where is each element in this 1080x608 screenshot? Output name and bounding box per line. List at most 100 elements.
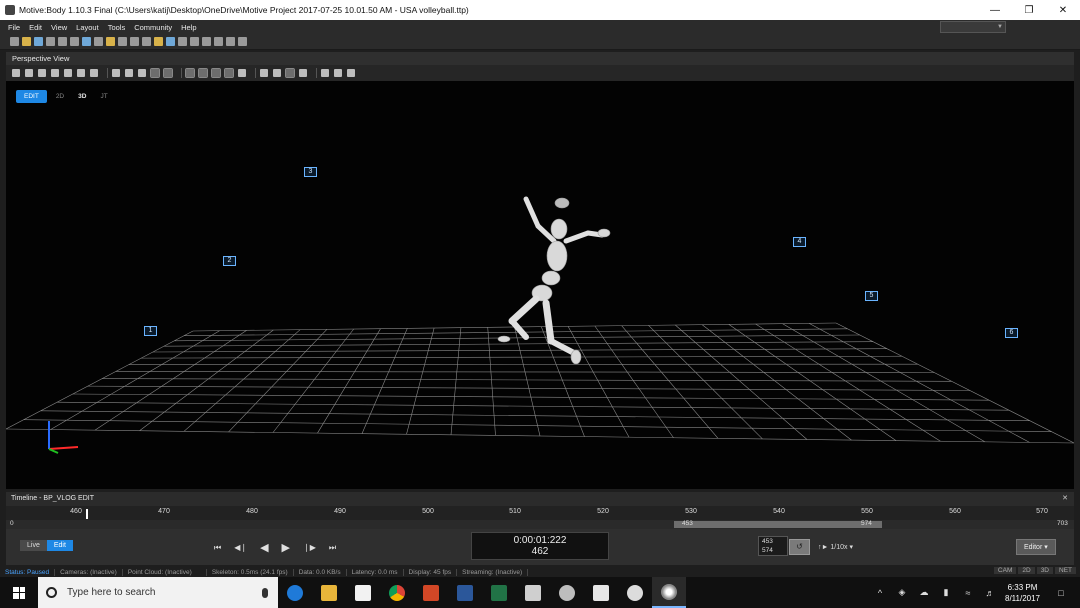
step-back-icon[interactable]: ◀❘ [234, 543, 247, 552]
store-icon[interactable] [346, 577, 380, 608]
menu-layout[interactable]: Layout [76, 23, 99, 32]
motive-icon[interactable] [652, 577, 686, 608]
panel-icon[interactable] [70, 37, 79, 46]
camera-marker-5[interactable]: 5 [865, 291, 878, 301]
screenshot-icon[interactable] [77, 69, 85, 77]
network-icon[interactable] [550, 577, 584, 608]
select-marker-icon[interactable] [185, 68, 195, 78]
rotate-icon[interactable] [125, 69, 133, 77]
zoom-fit-icon[interactable] [64, 69, 72, 77]
loop-button[interactable]: ↺ [789, 539, 810, 555]
microphone-icon[interactable] [262, 587, 268, 598]
zoom-in-icon[interactable] [38, 69, 46, 77]
filter-icon[interactable] [347, 69, 355, 77]
ruler-icon[interactable] [118, 37, 127, 46]
camera-icon[interactable] [82, 37, 91, 46]
restore-button[interactable]: ❐ [1012, 0, 1046, 20]
perspective-viewport[interactable]: EDIT 2D 3D JT 1 2 3 4 5 6 [6, 81, 1074, 489]
editor-button[interactable]: Editor ▾ [1016, 539, 1056, 555]
start-button[interactable] [0, 577, 38, 608]
timeline-ruler[interactable]: 460 470 480 490 500 510 520 530 540 550 … [6, 506, 1074, 520]
powerpoint-icon[interactable] [414, 577, 448, 608]
volume-icon[interactable]: ♬ [979, 588, 1001, 598]
select-bone-icon[interactable] [224, 68, 234, 78]
camera-marker-1[interactable]: 1 [144, 326, 157, 336]
skip-to-end-icon[interactable]: ⏭ [329, 543, 336, 553]
media-icon[interactable] [618, 577, 652, 608]
zoom-out-icon[interactable] [51, 69, 59, 77]
menu-edit[interactable]: Edit [29, 23, 42, 32]
skip-to-start-icon[interactable]: ⏮ [214, 543, 221, 553]
save-as-icon[interactable] [46, 37, 55, 46]
layout-icon-3[interactable] [214, 37, 223, 46]
grid-icon[interactable] [12, 69, 20, 77]
minimize-button[interactable]: — [978, 0, 1012, 20]
record-icon[interactable] [178, 37, 187, 46]
close-icon[interactable]: ✕ [1062, 492, 1068, 506]
playhead[interactable] [86, 509, 88, 519]
camera-marker-4[interactable]: 4 [793, 237, 806, 247]
calibration-icon[interactable] [166, 37, 175, 46]
chrome-icon[interactable] [380, 577, 414, 608]
word-icon[interactable] [448, 577, 482, 608]
range-input[interactable]: 453 574 [758, 536, 788, 556]
save-icon[interactable] [34, 37, 43, 46]
edit-button[interactable]: Edit [46, 540, 73, 551]
menu-help[interactable]: Help [181, 23, 196, 32]
visibility-icon[interactable] [273, 69, 281, 77]
scale-icon[interactable] [138, 69, 146, 77]
camera-marker-6[interactable]: 6 [1005, 328, 1018, 338]
select-skeleton-icon[interactable] [211, 68, 221, 78]
status-tab-3d[interactable]: 3D [1036, 567, 1053, 574]
wifi-icon[interactable]: ≈ [957, 588, 979, 598]
data-icon[interactable] [94, 37, 103, 46]
close-button[interactable]: ✕ [1046, 0, 1080, 20]
taskbar-clock[interactable]: 6:33 PM 8/11/2017 [1005, 582, 1040, 604]
notification-icon[interactable]: □ [1050, 588, 1072, 598]
select-rigid-icon[interactable] [198, 68, 208, 78]
mail-icon[interactable] [584, 577, 618, 608]
menu-file[interactable]: File [8, 23, 20, 32]
play-icon[interactable]: ▶ [282, 541, 290, 554]
menu-tools[interactable]: Tools [108, 23, 126, 32]
status-tab-2d[interactable]: 2D [1018, 567, 1035, 574]
edge-icon[interactable] [278, 577, 312, 608]
excel-icon[interactable] [482, 577, 516, 608]
camera-marker-3[interactable]: 3 [304, 167, 317, 177]
label-icon[interactable] [334, 69, 342, 77]
wand-icon[interactable] [106, 37, 115, 46]
file-explorer-icon[interactable] [312, 577, 346, 608]
skeleton-view-icon[interactable] [90, 69, 98, 77]
cube-icon[interactable] [25, 69, 33, 77]
selection-range[interactable] [674, 521, 882, 528]
eye-icon[interactable] [260, 69, 268, 77]
new-file-icon[interactable] [10, 37, 19, 46]
rigid-body-icon[interactable] [142, 37, 151, 46]
play-reverse-icon[interactable]: ◀ [260, 541, 268, 554]
timeline-range-bar[interactable]: 0 453 574 703 [6, 520, 1074, 529]
layout-dropdown[interactable]: ▼ [940, 21, 1006, 33]
camera-marker-2[interactable]: 2 [223, 256, 236, 266]
menu-community[interactable]: Community [134, 23, 172, 32]
dropbox-icon[interactable]: ◈ [891, 587, 913, 598]
battery-icon[interactable]: ▮ [935, 587, 957, 598]
step-forward-icon[interactable]: ❘▶ [303, 543, 316, 552]
marker-icon[interactable] [238, 69, 246, 77]
calculator-icon[interactable] [516, 577, 550, 608]
layout-icon-4[interactable] [226, 37, 235, 46]
status-tab-net[interactable]: NET [1055, 567, 1076, 574]
tracking-icon[interactable] [285, 68, 295, 78]
gbl-icon[interactable] [163, 68, 173, 78]
onedrive-icon[interactable]: ☁ [913, 587, 935, 598]
live-button[interactable]: Live [20, 540, 47, 551]
layout-icon-2[interactable] [202, 37, 211, 46]
chevron-up-icon[interactable]: ^ [869, 588, 891, 598]
taskbar-search[interactable]: Type here to search [38, 577, 278, 608]
menu-view[interactable]: View [51, 23, 67, 32]
trail-icon[interactable] [299, 69, 307, 77]
status-tab-cam[interactable]: CAM [993, 567, 1017, 574]
layout-icon-5[interactable] [238, 37, 247, 46]
speed-selector[interactable]: ↑► 1/10x ▾ [818, 543, 853, 551]
settings-icon[interactable] [58, 37, 67, 46]
open-folder-icon[interactable] [22, 37, 31, 46]
